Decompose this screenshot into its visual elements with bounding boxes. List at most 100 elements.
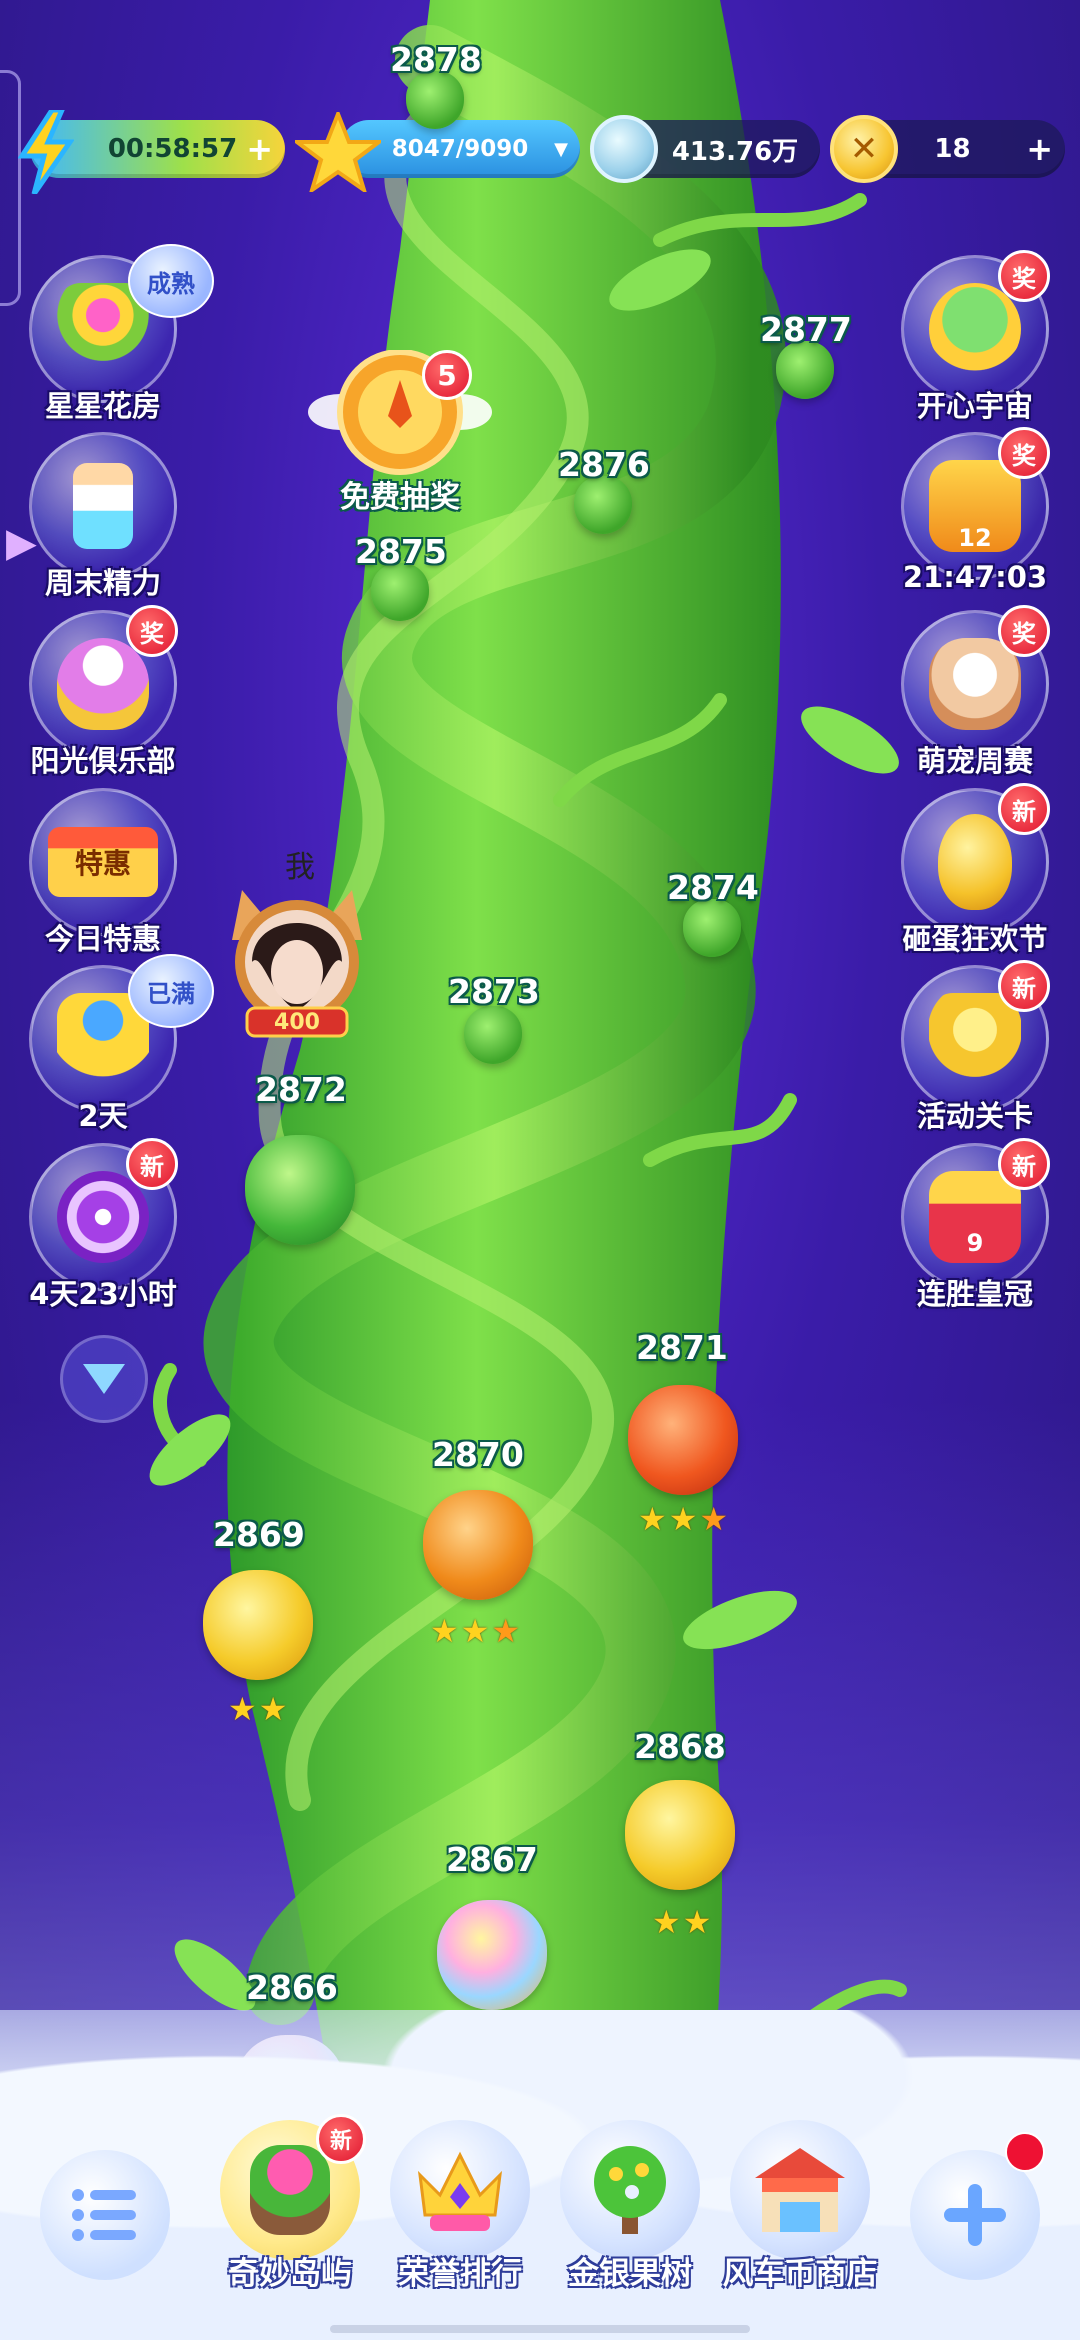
reward-badge: 奖 xyxy=(998,250,1050,302)
trophy-icon xyxy=(929,993,1021,1085)
level-fruit-icon xyxy=(203,1570,313,1680)
home-indicator xyxy=(330,2325,750,2333)
level-number: 2867 xyxy=(446,1840,538,1879)
cat-icon xyxy=(929,638,1021,730)
star-icon: ★ xyxy=(430,1612,461,1650)
nav-windmill-shop[interactable]: 风车币商店 xyxy=(715,2120,885,2292)
happy-universe-bubble: 奖 xyxy=(901,250,1050,403)
star-icon: ★ xyxy=(652,1903,683,1941)
level-fruit-icon xyxy=(625,1780,735,1890)
reward-badge: 奖 xyxy=(998,605,1050,657)
tree-icon xyxy=(594,2146,666,2234)
gift-bag-button[interactable]: 已满 2天 xyxy=(18,954,214,1133)
mature-badge: 成熟 xyxy=(128,244,214,318)
clover-event-button[interactable]: 12 奖 21:47:03 xyxy=(890,427,1060,594)
star-greenhouse-button[interactable]: 成熟 星星花房 xyxy=(18,244,214,423)
level-number: 2868 xyxy=(634,1727,726,1766)
side-label: 连胜皇冠 xyxy=(916,1277,1033,1311)
level-fruit-icon xyxy=(628,1385,738,1495)
level-fruit-icon xyxy=(406,71,464,129)
lottery-count-badge: 5 xyxy=(422,350,472,400)
new-badge: 新 xyxy=(998,960,1050,1012)
nav-money-tree[interactable]: 金银果树 xyxy=(545,2120,715,2292)
level-number: 2872 xyxy=(255,1070,347,1109)
star-icon: ★ xyxy=(228,1690,259,1728)
sunshine-club-bubble: 奖 xyxy=(29,605,178,758)
level-fruit-icon xyxy=(371,563,429,621)
new-badge: 新 xyxy=(998,783,1050,835)
star-icon: ★ xyxy=(258,1690,290,1728)
nav-wonder-island[interactable]: 新 奇妙岛屿 xyxy=(205,2114,375,2292)
pet-weekly-bubble: 奖 xyxy=(901,605,1050,758)
plus-icon xyxy=(944,2184,1006,2246)
weekend-energy-button[interactable]: 周末精力 xyxy=(18,432,188,600)
happy-universe-button[interactable]: 奖 开心宇宙 xyxy=(890,250,1060,423)
lightning-icon xyxy=(18,110,74,194)
add-gold-icon[interactable]: + xyxy=(1026,130,1053,168)
level-fruit-icon xyxy=(683,899,741,957)
flower-pot-icon xyxy=(250,2145,330,2235)
side-label: 砸蛋狂欢节 xyxy=(902,922,1048,956)
collapse-button[interactable] xyxy=(60,1335,148,1423)
side-label: 阳光俱乐部 xyxy=(30,744,176,778)
star-icon: ★ xyxy=(682,1903,714,1941)
star-icon: ★ xyxy=(668,1500,700,1538)
add-energy-icon[interactable]: + xyxy=(246,130,273,168)
crown-icon: 9 xyxy=(929,1171,1021,1263)
event-timer-bubble: 新 xyxy=(29,1138,178,1291)
new-badge: 新 xyxy=(998,1138,1050,1190)
daily-deal-button[interactable]: 特惠 今日特惠 xyxy=(18,788,188,956)
frog-icon xyxy=(929,283,1021,375)
level-number: 2869 xyxy=(213,1515,305,1554)
honor-ranking-circle xyxy=(390,2120,530,2260)
resource-bar: 00:58:57 + 8047/9090 ▼ 413.76万 18 + xyxy=(0,120,1080,190)
side-label: 周末精力 xyxy=(44,566,161,600)
star-icon: ★ xyxy=(638,1500,669,1538)
event-timer-button[interactable]: 新 4天23小时 xyxy=(18,1138,188,1311)
level-fruit-icon xyxy=(776,341,834,399)
level-fruit-icon xyxy=(245,1135,355,1245)
shield-icon: 12 xyxy=(929,460,1021,552)
win-streak-crown-button[interactable]: 9 新 连胜皇冠 xyxy=(890,1138,1060,1311)
side-label: 萌宠周赛 xyxy=(916,744,1033,778)
level-fruit-icon xyxy=(423,1490,533,1600)
target-icon xyxy=(57,1171,149,1263)
reward-badge: 奖 xyxy=(126,605,178,657)
level-number: 2876 xyxy=(558,445,650,484)
level-number: 2874 xyxy=(667,868,759,907)
level-stars: ★★★ xyxy=(430,1612,522,1650)
countdown-timer: 21:47:03 xyxy=(902,560,1048,594)
level-number: 2877 xyxy=(760,310,852,349)
weekend-energy-bubble xyxy=(29,432,177,580)
win-streak-bubble: 9 新 xyxy=(901,1138,1050,1291)
side-label: 活动关卡 xyxy=(916,1099,1033,1133)
nav-label: 金银果树 xyxy=(568,2256,692,2292)
level-fruit-icon xyxy=(464,1006,522,1064)
sunshine-club-button[interactable]: 奖 阳光俱乐部 xyxy=(18,605,188,778)
gold-coin-icon: ✕ xyxy=(830,115,898,183)
side-label: 2天 xyxy=(78,1099,128,1133)
pet-weekly-button[interactable]: 奖 萌宠周赛 xyxy=(890,605,1060,778)
star-icon: ★ xyxy=(491,1612,523,1650)
crown-icon xyxy=(417,2151,503,2231)
new-badge: 新 xyxy=(316,2114,366,2164)
egg-carnival-button[interactable]: 新 砸蛋狂欢节 xyxy=(890,783,1060,956)
side-label: 星星花房 xyxy=(44,389,161,423)
gold-count: 18 xyxy=(934,134,971,164)
energy-timer: 00:58:57 xyxy=(107,134,238,164)
level-number: 2875 xyxy=(355,532,447,571)
nav-honor-ranking[interactable]: 荣誉排行 xyxy=(375,2120,545,2292)
bottle-icon xyxy=(73,463,133,549)
event-level-button[interactable]: 新 活动关卡 xyxy=(890,960,1060,1133)
windmill-shop-circle xyxy=(730,2120,870,2260)
star-progress: 8047/9090 xyxy=(391,136,529,162)
level-stars: ★★ xyxy=(228,1690,289,1728)
nav-label: 风车币商店 xyxy=(722,2256,878,2292)
chevron-down-icon[interactable]: ▼ xyxy=(554,139,568,160)
player-avatar[interactable]: 400 xyxy=(222,880,372,1040)
greenhouse-bubble: 成熟 xyxy=(29,244,214,403)
notification-dot xyxy=(1005,2132,1045,2172)
full-badge: 已满 xyxy=(128,954,214,1028)
free-lottery-button[interactable]: 5 免费抽奖 xyxy=(300,349,500,520)
golden-egg-icon xyxy=(938,814,1012,910)
